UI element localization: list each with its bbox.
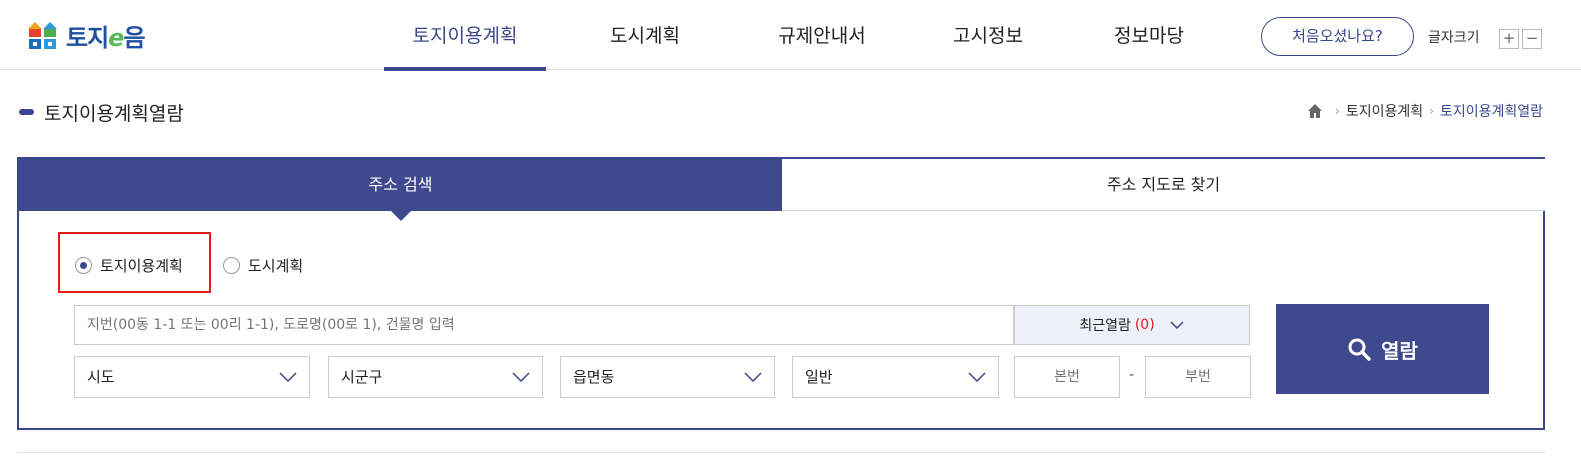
recent-views-count: (0) — [1134, 317, 1155, 333]
search-panel: 주소 검색 주소 지도로 찾기 토지이용계획 도시계획 최근열람 (0) 시도 … — [17, 157, 1545, 430]
eupmyeondong-select-value: 읍면동 — [573, 368, 615, 386]
tab-pointer-arrow — [390, 211, 411, 221]
page-title: 토지이용계획열람 — [44, 103, 184, 125]
search-icon — [1348, 338, 1371, 361]
font-size-label: 글자크기 — [1428, 30, 1480, 46]
view-search-button[interactable]: 열람 — [1276, 304, 1489, 394]
tab-address-search-label: 주소 검색 — [368, 175, 433, 194]
nav-urban-plan[interactable]: 도시계획 — [580, 0, 710, 70]
lot-number-dash: - — [1129, 367, 1135, 383]
font-decrease-button[interactable]: − — [1522, 29, 1542, 49]
tab-map-search[interactable]: 주소 지도로 찾기 — [782, 159, 1545, 211]
chevron-down-icon — [279, 372, 297, 383]
eupmyeondong-select[interactable]: 읍면동 — [560, 356, 775, 398]
nav-info-square[interactable]: 정보마당 — [1084, 0, 1214, 70]
nav-notice-info[interactable]: 고시정보 — [923, 0, 1053, 70]
breadcrumb-current: 토지이용계획열람 — [1439, 104, 1543, 120]
radio-land-use-plan[interactable]: 토지이용계획 — [75, 255, 183, 276]
radio-urban-plan[interactable]: 도시계획 — [223, 255, 303, 276]
radio-unchecked-icon — [223, 257, 240, 274]
sigungu-select-value: 시군구 — [341, 368, 383, 386]
breadcrumb-separator: › — [1429, 104, 1434, 118]
recent-views-dropdown[interactable]: 최근열람 (0) — [1014, 305, 1250, 345]
radio-urban-plan-label: 도시계획 — [248, 257, 304, 275]
sigungu-select[interactable]: 시군구 — [328, 356, 543, 398]
chevron-down-icon — [1170, 321, 1184, 330]
font-increase-button[interactable]: + — [1499, 29, 1519, 49]
divider — [17, 452, 1545, 453]
logo-text: 토지e음 — [66, 23, 146, 52]
nav-land-use-plan[interactable]: 토지이용계획 — [384, 0, 546, 71]
chevron-down-icon — [968, 372, 986, 383]
land-type-select[interactable]: 일반 — [792, 356, 999, 398]
nav-regulation-guide[interactable]: 규제안내서 — [757, 0, 887, 70]
sido-select[interactable]: 시도 — [74, 356, 310, 398]
breadcrumb-item[interactable]: 토지이용계획 — [1346, 101, 1423, 121]
view-search-button-label: 열람 — [1381, 338, 1418, 363]
radio-checked-icon — [75, 257, 92, 274]
logo-houses-icon — [28, 22, 57, 49]
sido-select-value: 시도 — [87, 368, 115, 386]
sub-lot-number-input[interactable] — [1145, 356, 1251, 398]
site-logo[interactable]: 토지e음 — [26, 19, 146, 52]
chevron-down-icon — [512, 372, 530, 383]
title-bullet — [19, 109, 34, 115]
chevron-down-icon — [744, 372, 762, 383]
address-search-input[interactable] — [74, 305, 1014, 345]
recent-views-label: 최근열람 — [1079, 318, 1131, 334]
land-type-select-value: 일반 — [805, 368, 833, 386]
home-icon[interactable] — [1307, 103, 1323, 119]
main-lot-number-input[interactable] — [1014, 356, 1120, 398]
breadcrumb-separator: › — [1335, 104, 1340, 118]
radio-land-use-plan-label: 토지이용계획 — [100, 257, 183, 275]
top-header: 토지e음 토지이용계획 도시계획 규제안내서 고시정보 정보마당 처음오셨나요?… — [0, 0, 1581, 71]
tab-address-search[interactable]: 주소 검색 — [19, 159, 782, 221]
first-visit-button[interactable]: 처음오셨나요? — [1261, 17, 1414, 56]
breadcrumb: › 토지이용계획 › 토지이용계획열람 — [1307, 101, 1543, 121]
